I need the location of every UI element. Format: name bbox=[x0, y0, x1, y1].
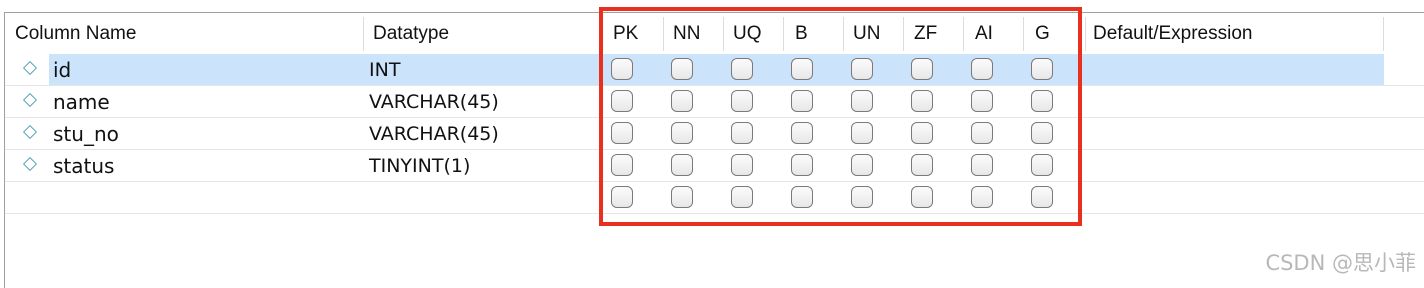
zf-checkbox[interactable] bbox=[911, 90, 933, 112]
diamond-column-icon bbox=[22, 60, 38, 76]
zf-checkbox[interactable] bbox=[911, 154, 933, 176]
datatype-cell[interactable]: TINYINT(1) bbox=[369, 150, 470, 181]
datatype-cell[interactable]: VARCHAR(45) bbox=[369, 118, 499, 149]
uq-checkbox[interactable] bbox=[731, 122, 753, 144]
zf-checkbox[interactable] bbox=[911, 58, 933, 80]
un-checkbox[interactable] bbox=[851, 186, 873, 208]
header-default-expression[interactable]: Default/Expression bbox=[1093, 13, 1252, 53]
datatype-cell[interactable]: INT bbox=[369, 54, 400, 85]
nn-checkbox[interactable] bbox=[671, 58, 693, 80]
column-editor-grid: Column Name Datatype PK NN UQ B UN ZF AI… bbox=[4, 12, 1424, 288]
g-checkbox[interactable] bbox=[1031, 90, 1053, 112]
header-divider bbox=[601, 17, 602, 51]
header-un[interactable]: UN bbox=[853, 13, 880, 53]
header-nn[interactable]: NN bbox=[673, 13, 700, 53]
header-divider bbox=[903, 17, 904, 51]
uq-checkbox[interactable] bbox=[731, 186, 753, 208]
grid-header: Column Name Datatype PK NN UQ B UN ZF AI… bbox=[5, 13, 1424, 53]
table-row[interactable]: name VARCHAR(45) bbox=[5, 86, 1424, 118]
column-name-cell[interactable]: id bbox=[53, 54, 71, 85]
column-name-cell[interactable]: name bbox=[53, 86, 110, 117]
uq-checkbox[interactable] bbox=[731, 58, 753, 80]
header-datatype[interactable]: Datatype bbox=[373, 13, 449, 53]
un-checkbox[interactable] bbox=[851, 90, 873, 112]
ai-checkbox[interactable] bbox=[971, 122, 993, 144]
column-name-cell[interactable]: status bbox=[53, 150, 114, 181]
g-checkbox[interactable] bbox=[1031, 186, 1053, 208]
table-row[interactable]: id INT bbox=[5, 54, 1424, 86]
b-checkbox[interactable] bbox=[791, 122, 813, 144]
header-divider bbox=[1023, 17, 1024, 51]
header-g[interactable]: G bbox=[1035, 13, 1050, 53]
header-divider bbox=[363, 17, 364, 51]
header-column-name[interactable]: Column Name bbox=[15, 13, 136, 53]
table-row[interactable] bbox=[5, 182, 1424, 214]
row-selection-highlight bbox=[49, 54, 1384, 85]
header-b[interactable]: B bbox=[795, 13, 808, 53]
pk-checkbox[interactable] bbox=[611, 122, 633, 144]
diamond-column-icon bbox=[22, 92, 38, 108]
pk-checkbox[interactable] bbox=[611, 186, 633, 208]
header-ai[interactable]: AI bbox=[975, 13, 993, 53]
header-divider bbox=[963, 17, 964, 51]
table-row[interactable]: stu_no VARCHAR(45) bbox=[5, 118, 1424, 150]
uq-checkbox[interactable] bbox=[731, 90, 753, 112]
diamond-column-icon bbox=[22, 156, 38, 172]
zf-checkbox[interactable] bbox=[911, 186, 933, 208]
header-divider bbox=[663, 17, 664, 51]
diamond-column-icon bbox=[22, 124, 38, 140]
header-divider bbox=[1383, 17, 1384, 51]
un-checkbox[interactable] bbox=[851, 58, 873, 80]
ai-checkbox[interactable] bbox=[971, 58, 993, 80]
datatype-cell[interactable]: VARCHAR(45) bbox=[369, 86, 499, 117]
g-checkbox[interactable] bbox=[1031, 154, 1053, 176]
nn-checkbox[interactable] bbox=[671, 90, 693, 112]
table-row[interactable]: status TINYINT(1) bbox=[5, 150, 1424, 182]
ai-checkbox[interactable] bbox=[971, 186, 993, 208]
header-divider bbox=[843, 17, 844, 51]
header-divider bbox=[783, 17, 784, 51]
pk-checkbox[interactable] bbox=[611, 58, 633, 80]
ai-checkbox[interactable] bbox=[971, 154, 993, 176]
header-divider bbox=[723, 17, 724, 51]
b-checkbox[interactable] bbox=[791, 154, 813, 176]
header-pk[interactable]: PK bbox=[613, 13, 638, 53]
header-divider bbox=[1085, 17, 1086, 51]
pk-checkbox[interactable] bbox=[611, 154, 633, 176]
column-name-cell[interactable]: stu_no bbox=[53, 118, 119, 149]
ai-checkbox[interactable] bbox=[971, 90, 993, 112]
zf-checkbox[interactable] bbox=[911, 122, 933, 144]
un-checkbox[interactable] bbox=[851, 122, 873, 144]
nn-checkbox[interactable] bbox=[671, 122, 693, 144]
nn-checkbox[interactable] bbox=[671, 186, 693, 208]
b-checkbox[interactable] bbox=[791, 58, 813, 80]
g-checkbox[interactable] bbox=[1031, 122, 1053, 144]
uq-checkbox[interactable] bbox=[731, 154, 753, 176]
b-checkbox[interactable] bbox=[791, 90, 813, 112]
header-zf[interactable]: ZF bbox=[914, 13, 937, 53]
un-checkbox[interactable] bbox=[851, 154, 873, 176]
header-uq[interactable]: UQ bbox=[733, 13, 762, 53]
watermark: CSDN @思小菲 bbox=[1265, 251, 1416, 275]
nn-checkbox[interactable] bbox=[671, 154, 693, 176]
b-checkbox[interactable] bbox=[791, 186, 813, 208]
pk-checkbox[interactable] bbox=[611, 90, 633, 112]
g-checkbox[interactable] bbox=[1031, 58, 1053, 80]
